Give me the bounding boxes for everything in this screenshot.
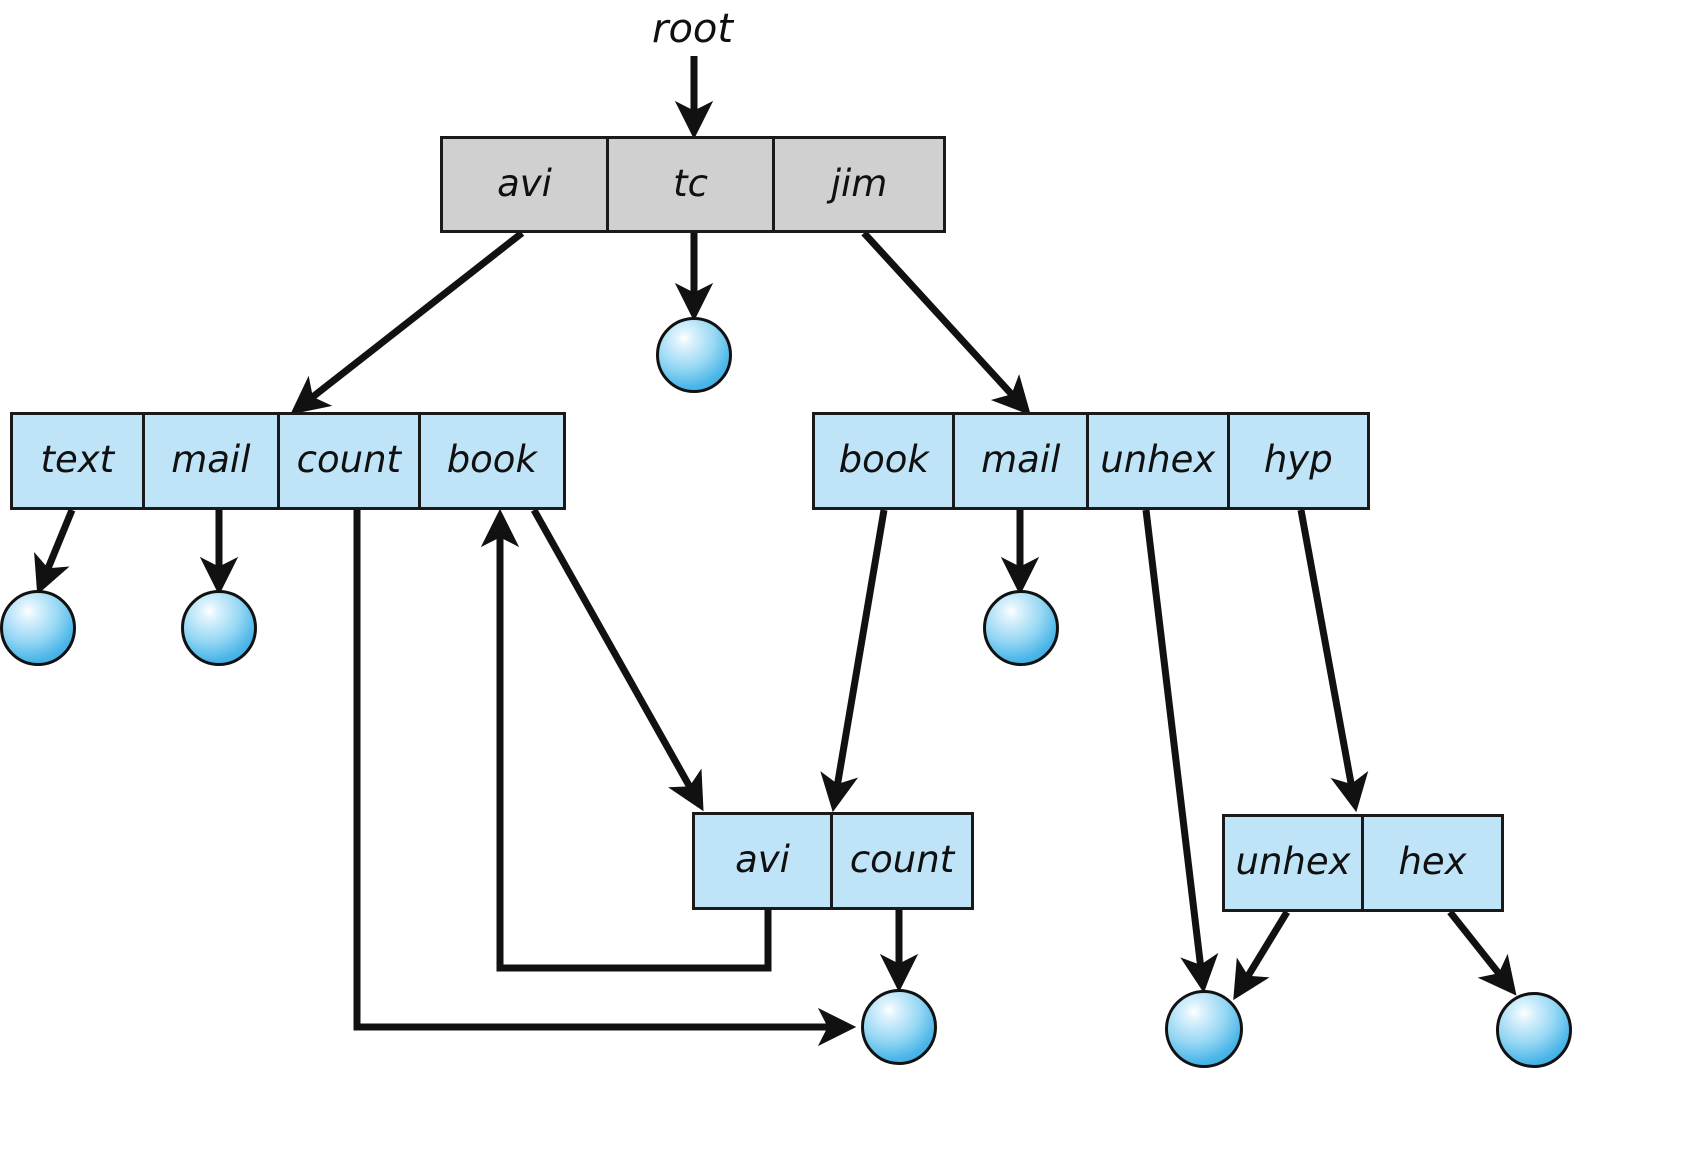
edge-count-to-sharedblob: [353, 510, 857, 1047]
edge-jimdir-unhex-to-blob: [1142, 509, 1219, 994]
dir-entry-book-avi[interactable]: avi: [695, 815, 834, 907]
dir-entry-mail[interactable]: mail: [145, 415, 281, 507]
dir-entry-hyp-unhex[interactable]: unhex: [1225, 817, 1365, 909]
node-jim-directory[interactable]: book mail unhex hyp: [812, 412, 1370, 510]
root-label: root: [652, 6, 734, 52]
file-blob-count[interactable]: [861, 989, 937, 1065]
node-hyp-directory[interactable]: unhex hex: [1222, 814, 1504, 912]
edge-jim-to-jimdir: [861, 230, 1031, 416]
file-blob-mail-avi[interactable]: [181, 590, 257, 666]
file-blob-unhex[interactable]: [1165, 990, 1243, 1068]
diagram-canvas: root avi tc jim text mail count book boo…: [0, 0, 1692, 1149]
dir-entry-book-count[interactable]: count: [833, 815, 971, 907]
node-book-directory[interactable]: avi count: [692, 812, 974, 910]
dir-entry-count[interactable]: count: [280, 415, 421, 507]
file-blob-hex[interactable]: [1496, 992, 1572, 1068]
edge-hypdir-hex-to-blob: [1447, 909, 1517, 996]
node-avi-directory[interactable]: text mail count book: [10, 412, 566, 510]
dir-entry-jim[interactable]: jim: [775, 139, 943, 230]
node-root-directory[interactable]: avi tc jim: [440, 136, 946, 233]
dir-entry-hyp-hex[interactable]: hex: [1364, 817, 1501, 909]
edge-text-to-blob: [34, 508, 76, 595]
file-blob-tc[interactable]: [656, 317, 732, 393]
dir-entry-jim-hyp[interactable]: hyp: [1230, 415, 1367, 507]
dir-entry-book[interactable]: book: [421, 415, 563, 507]
edge-book-to-bookdir: [530, 508, 704, 812]
file-blob-text[interactable]: [0, 590, 76, 666]
edge-jimdir-book-to-bookdir: [820, 509, 888, 813]
dir-entry-avi[interactable]: avi: [443, 139, 610, 230]
dir-entry-jim-unhex[interactable]: unhex: [1089, 415, 1230, 507]
file-blob-mail-jim[interactable]: [983, 590, 1059, 666]
edge-jimdir-hyp-to-hypdir: [1297, 509, 1369, 813]
dir-entry-tc[interactable]: tc: [609, 139, 776, 230]
dir-entry-jim-mail[interactable]: mail: [955, 415, 1090, 507]
dir-entry-text[interactable]: text: [13, 415, 145, 507]
edge-hypdir-unhex-to-blob: [1233, 910, 1290, 1001]
edge-avi-to-avidir: [290, 230, 525, 415]
dir-entry-jim-book[interactable]: book: [815, 415, 956, 507]
